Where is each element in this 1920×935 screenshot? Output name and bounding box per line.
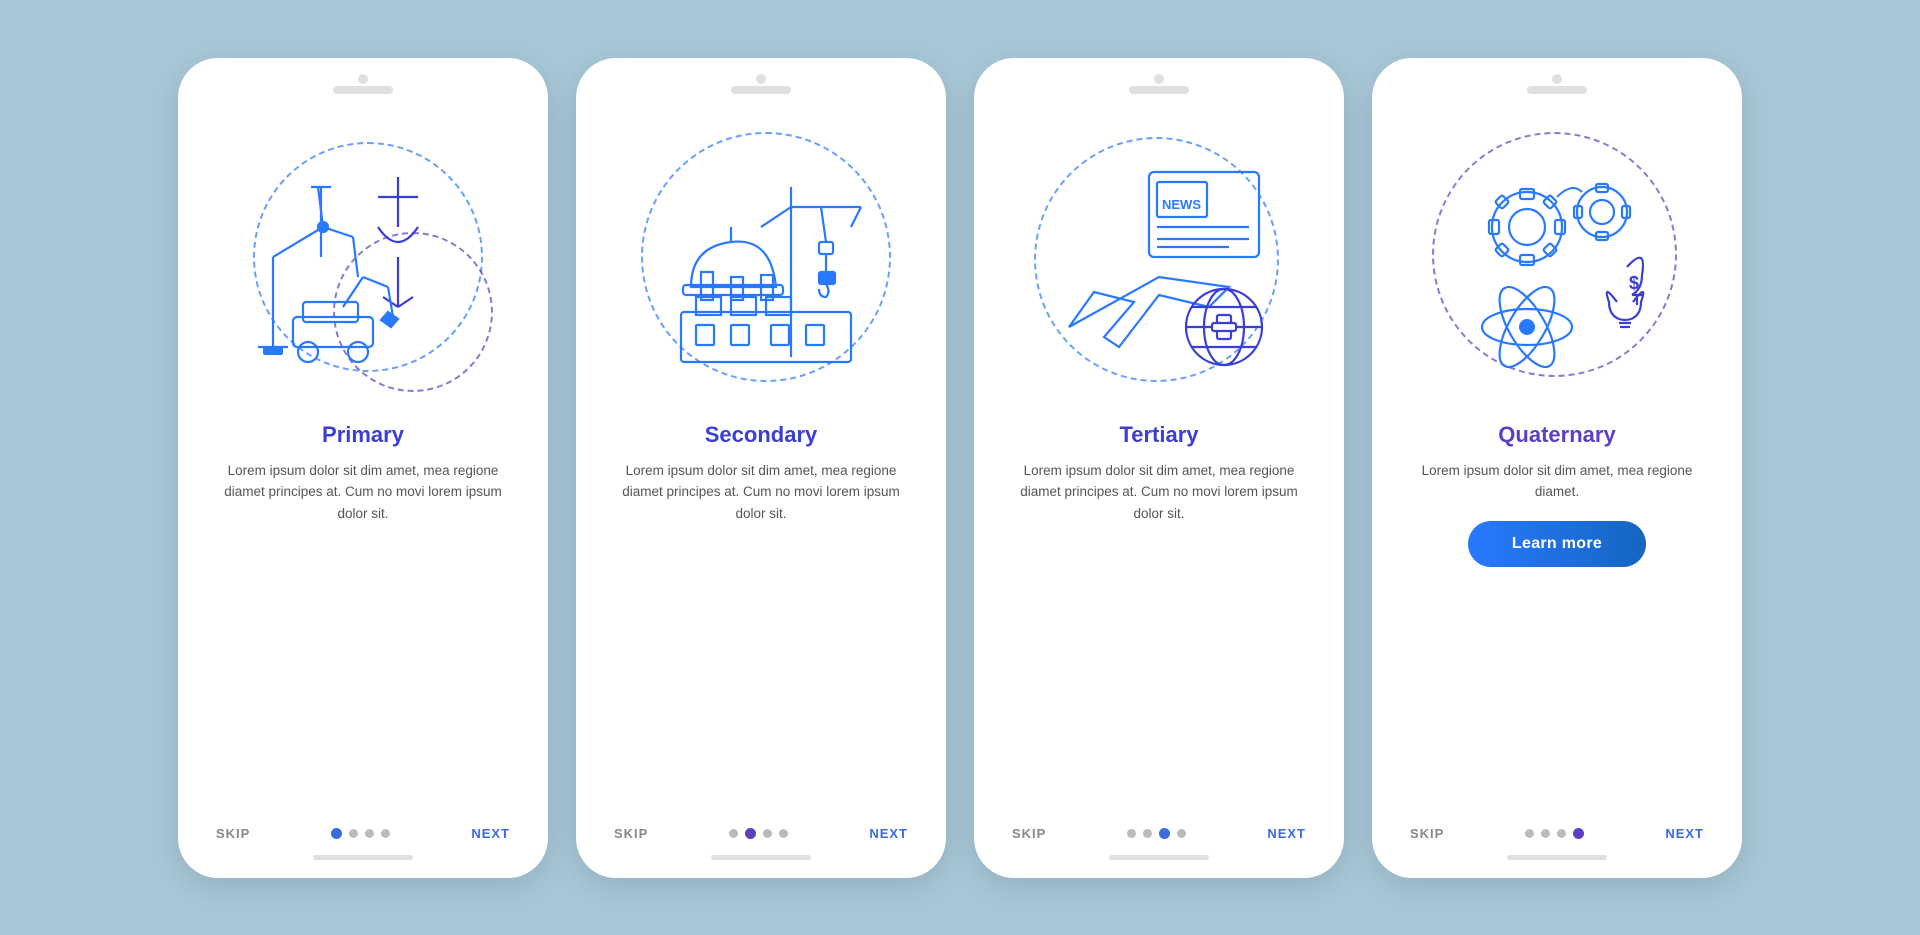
dot-2-1 — [729, 829, 738, 838]
dot-2-2 — [745, 828, 756, 839]
phone-camera-4 — [1552, 74, 1562, 84]
dot-1-2 — [349, 829, 358, 838]
dot-1-1 — [331, 828, 342, 839]
secondary-desc: Lorem ipsum dolor sit dim amet, mea regi… — [606, 460, 916, 525]
phone-quaternary: $ Quaternary Lorem — [1372, 58, 1742, 878]
dot-4-2 — [1541, 829, 1550, 838]
secondary-dots — [729, 828, 788, 839]
dot-2-4 — [779, 829, 788, 838]
primary-nav: SKIP NEXT — [208, 826, 518, 841]
svg-text:$: $ — [1629, 273, 1639, 293]
quaternary-dots — [1525, 828, 1584, 839]
quaternary-nav: SKIP NEXT — [1402, 826, 1712, 841]
illustration-quaternary: $ — [1417, 112, 1697, 412]
quaternary-desc: Lorem ipsum dolor sit dim amet, mea regi… — [1402, 460, 1712, 503]
dot-2-3 — [763, 829, 772, 838]
svg-text:NEWS: NEWS — [1162, 197, 1201, 212]
tertiary-title: Tertiary — [1119, 422, 1198, 448]
secondary-nav: SKIP NEXT — [606, 826, 916, 841]
phone-notch-4 — [1527, 86, 1587, 94]
quaternary-next[interactable]: NEXT — [1665, 826, 1704, 841]
secondary-title: Secondary — [705, 422, 818, 448]
primary-title: Primary — [322, 422, 404, 448]
primary-skip[interactable]: SKIP — [216, 826, 250, 841]
phone-primary: Primary Lorem ipsum dolor sit dim amet, … — [178, 58, 548, 878]
dot-3-1 — [1127, 829, 1136, 838]
phone-camera-2 — [756, 74, 766, 84]
illustration-secondary — [621, 112, 901, 412]
bottom-bar-2 — [711, 855, 811, 860]
tertiary-desc: Lorem ipsum dolor sit dim amet, mea regi… — [1004, 460, 1314, 525]
dot-1-4 — [381, 829, 390, 838]
phone-tertiary: NEWS Tertiary Lore — [974, 58, 1344, 878]
primary-svg — [233, 127, 493, 397]
secondary-svg — [631, 127, 891, 397]
tertiary-nav: SKIP NEXT — [1004, 826, 1314, 841]
learn-more-button[interactable]: Learn more — [1468, 521, 1646, 567]
primary-next[interactable]: NEXT — [471, 826, 510, 841]
dot-4-4 — [1573, 828, 1584, 839]
secondary-skip[interactable]: SKIP — [614, 826, 648, 841]
tertiary-skip[interactable]: SKIP — [1012, 826, 1046, 841]
primary-desc: Lorem ipsum dolor sit dim amet, mea regi… — [208, 460, 518, 525]
dot-4-1 — [1525, 829, 1534, 838]
phone-secondary: Secondary Lorem ipsum dolor sit dim amet… — [576, 58, 946, 878]
phone-notch-3 — [1129, 86, 1189, 94]
illustration-primary — [223, 112, 503, 412]
quaternary-title: Quaternary — [1498, 422, 1615, 448]
tertiary-dots — [1127, 828, 1186, 839]
phone-notch-1 — [333, 86, 393, 94]
illustration-tertiary: NEWS — [1019, 112, 1299, 412]
dot-4-3 — [1557, 829, 1566, 838]
phone-notch-2 — [731, 86, 791, 94]
phone-camera-1 — [358, 74, 368, 84]
bottom-bar-4 — [1507, 855, 1607, 860]
tertiary-svg: NEWS — [1029, 127, 1289, 397]
dot-3-4 — [1177, 829, 1186, 838]
dot-3-2 — [1143, 829, 1152, 838]
bottom-bar-3 — [1109, 855, 1209, 860]
quaternary-svg: $ — [1427, 127, 1687, 397]
tertiary-next[interactable]: NEXT — [1267, 826, 1306, 841]
phone-camera-3 — [1154, 74, 1164, 84]
bottom-bar-1 — [313, 855, 413, 860]
quaternary-skip[interactable]: SKIP — [1410, 826, 1444, 841]
secondary-next[interactable]: NEXT — [869, 826, 908, 841]
dot-3-3 — [1159, 828, 1170, 839]
primary-dots — [331, 828, 390, 839]
dot-1-3 — [365, 829, 374, 838]
phones-container: Primary Lorem ipsum dolor sit dim amet, … — [138, 18, 1782, 918]
